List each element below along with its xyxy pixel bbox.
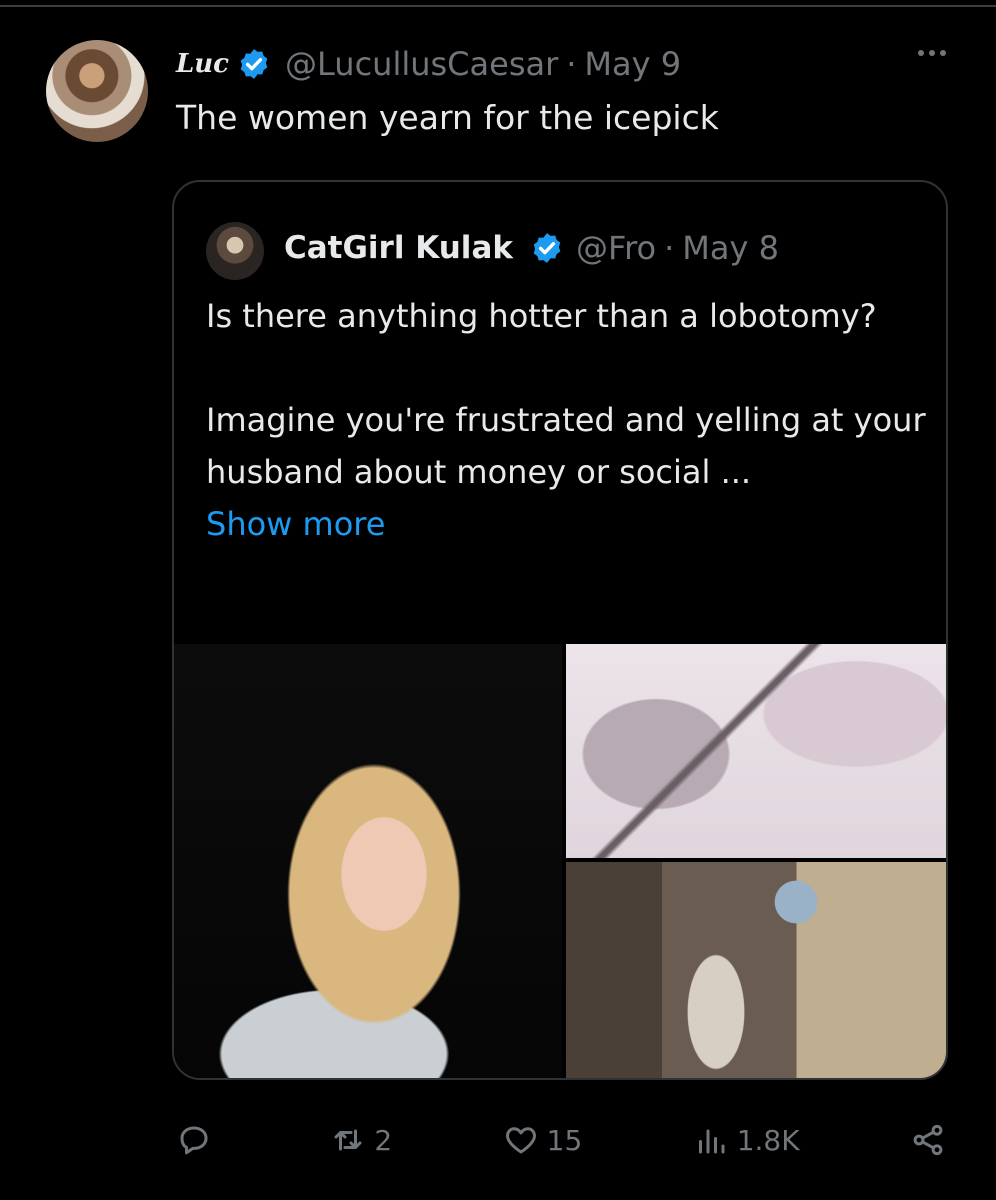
show-more-link[interactable]: Show more <box>206 498 926 550</box>
retweet-icon <box>334 1129 362 1151</box>
more-options-icon[interactable] <box>918 50 946 56</box>
media-image-portrait[interactable] <box>174 644 562 1078</box>
quoted-author-avatar <box>206 222 264 280</box>
like-count: 15 <box>546 1123 583 1157</box>
tweet-actions-bar: 2 15 1.8K <box>176 1112 946 1168</box>
quoted-author-display-name: CatGirl Kulak || Top <box>284 230 524 266</box>
quoted-tweet-card[interactable]: CatGirl Kulak || Top @Fro · May 8 Is the… <box>172 180 948 1080</box>
quoted-tweet-text: Is there anything hotter than a lobotomy… <box>206 290 926 550</box>
views-chart-icon <box>698 1129 725 1154</box>
media-image-illustration[interactable] <box>566 644 946 858</box>
retweet-button[interactable]: 2 <box>330 1122 392 1158</box>
quoted-paragraph-1: Is there anything hotter than a lobotomy… <box>206 297 877 335</box>
quoted-author-handle: @Fro <box>576 229 657 267</box>
author-avatar[interactable] <box>46 40 148 142</box>
retweet-count: 2 <box>374 1123 393 1157</box>
quoted-media-grid <box>174 644 946 1078</box>
views-button[interactable]: 1.8K <box>693 1122 800 1158</box>
tweet-date[interactable]: May 9 <box>584 45 681 83</box>
share-button[interactable] <box>910 1122 946 1158</box>
verified-badge-icon <box>533 233 561 263</box>
share-icon <box>913 1124 943 1156</box>
meta-separator: · <box>566 45 577 83</box>
media-image-bedroom-scene[interactable] <box>566 862 946 1078</box>
tweet-text: The women yearn for the icepick <box>176 98 719 137</box>
verified-badge-icon <box>240 49 268 79</box>
like-button[interactable]: 15 <box>503 1122 583 1158</box>
quoted-paragraph-2: Imagine you're frustrated and yelling at… <box>206 401 926 491</box>
quoted-meta-separator: · <box>664 229 675 267</box>
quoted-author-row: CatGirl Kulak || Top @Fro · May 8 <box>284 224 924 272</box>
reply-icon <box>180 1126 208 1155</box>
author-row: Luc @LucullusCaesar · May 9 <box>176 42 681 86</box>
author-handle[interactable]: @LucullusCaesar <box>285 45 558 83</box>
author-display-name[interactable]: Luc <box>176 49 229 79</box>
top-divider <box>0 5 996 7</box>
quoted-tweet-date: May 8 <box>682 229 779 267</box>
reply-button[interactable] <box>176 1122 220 1158</box>
heart-icon <box>505 1127 536 1154</box>
view-count: 1.8K <box>736 1123 800 1157</box>
